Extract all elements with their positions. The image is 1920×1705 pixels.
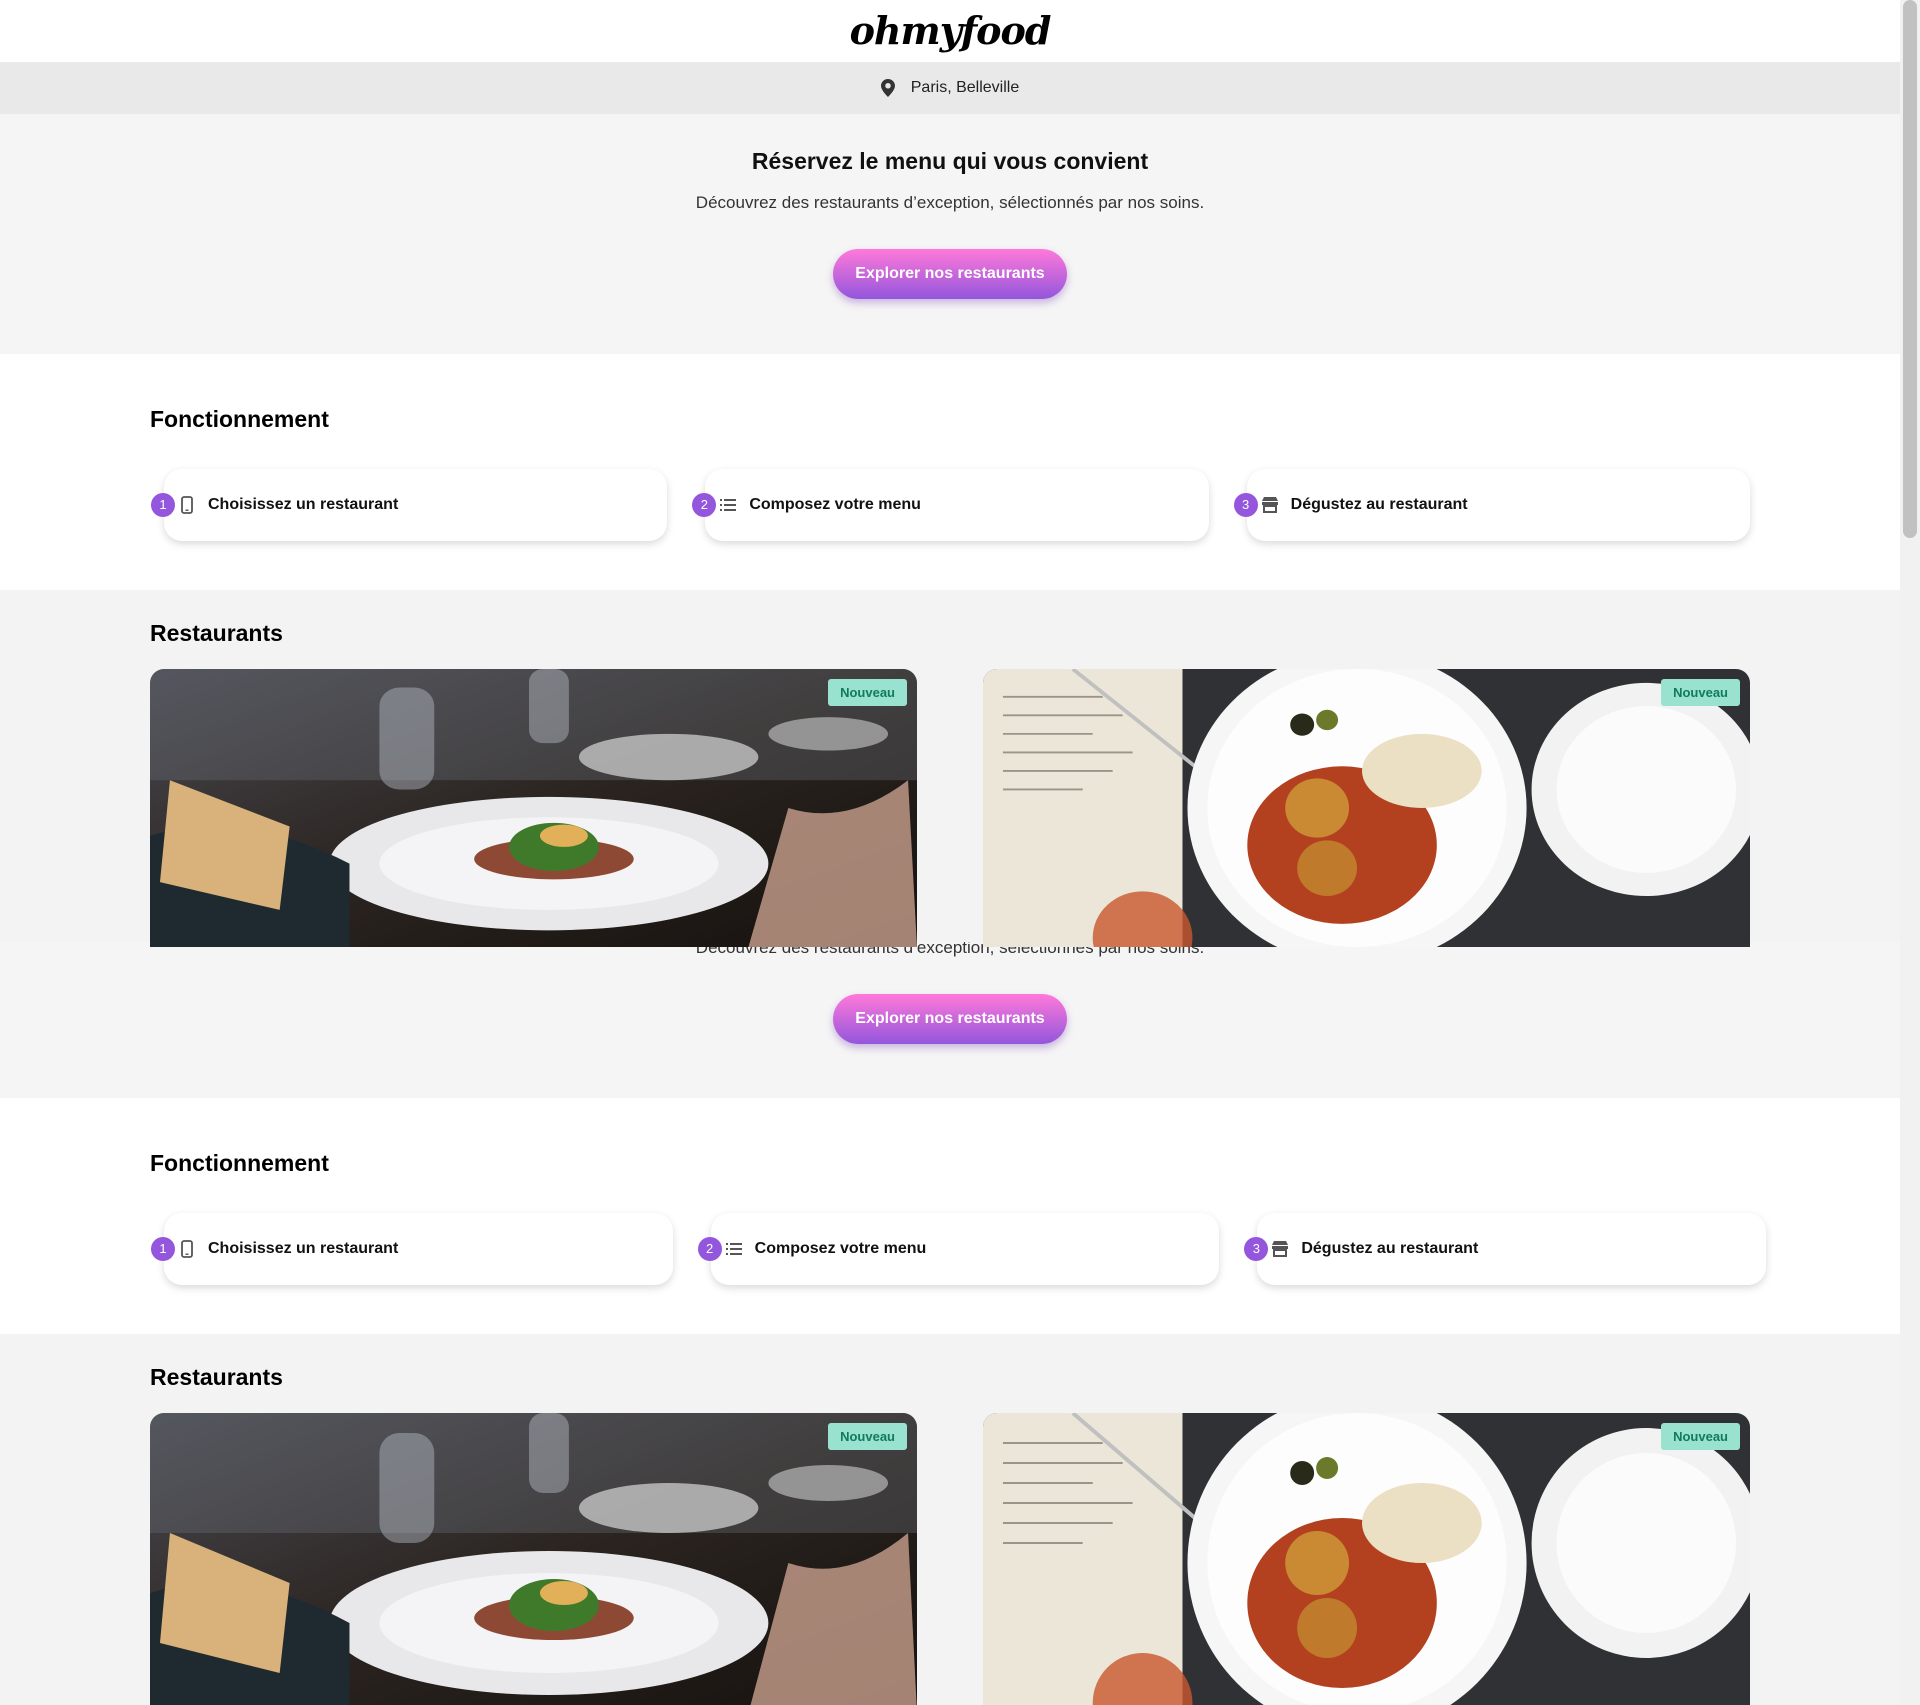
site-header: ohmyfood: [0, 0, 1900, 62]
step-number: 1: [151, 493, 175, 517]
phone-icon: [178, 496, 196, 514]
new-badge: Nouveau: [828, 679, 907, 706]
restaurant-photo: [150, 669, 917, 947]
restaurants-title: Restaurants: [150, 620, 283, 646]
scrollbar-thumb[interactable]: [1903, 0, 1917, 538]
restaurants-section: Restaurants Nouveau Nouveau: [0, 1334, 1900, 1705]
restaurant-photo: [983, 1413, 1750, 1705]
step-label: Composez votre menu: [749, 496, 921, 513]
hero-subtitle: Découvrez des restaurants d’exception, s…: [695, 193, 1205, 212]
restaurants-section: Restaurants Nouveau Nouveau: [0, 590, 1900, 942]
step-card-1[interactable]: 1 Choisissez un restaurant: [151, 469, 668, 541]
step-number: 3: [1244, 1237, 1269, 1261]
restaurant-cards: Nouveau Nouveau: [150, 1413, 1750, 1705]
phone-icon: [178, 1240, 196, 1258]
steps-list: 1 Choisissez un restaurant 2 Composez vo…: [150, 469, 1750, 541]
store-icon: [1271, 1240, 1289, 1258]
step-label: Dégustez au restaurant: [1301, 1240, 1479, 1257]
step-label: Composez votre menu: [754, 1240, 927, 1257]
store-icon: [1261, 496, 1279, 514]
restaurants-title: Restaurants: [150, 1364, 283, 1390]
step-label: Choisissez un restaurant: [208, 1240, 399, 1257]
how-it-works-section: Fonctionnement 1 Choisissez un restauran…: [0, 1098, 1900, 1334]
map-pin-icon: [881, 79, 895, 97]
step-card-3[interactable]: 3 Dégustez au restaurant: [1244, 1213, 1767, 1285]
logo[interactable]: ohmyfood: [850, 8, 1052, 53]
step-card-1[interactable]: 1 Choisissez un restaurant: [151, 1213, 673, 1285]
step-number: 2: [697, 1237, 722, 1261]
step-number: 1: [151, 1237, 175, 1261]
step-label: Choisissez un restaurant: [208, 496, 399, 513]
hero-section: Réservez le menu qui vous convient Décou…: [0, 114, 1900, 354]
step-card-2[interactable]: 2 Composez votre menu: [692, 469, 1209, 541]
new-badge: Nouveau: [1661, 1423, 1740, 1450]
list-icon: [725, 1240, 743, 1258]
restaurant-photo: [983, 669, 1750, 947]
explore-restaurants-button[interactable]: Explorer nos restaurants: [833, 994, 1067, 1044]
location-text: Paris, Belleville: [910, 79, 1020, 96]
how-it-works-section: Fonctionnement 1 Choisissez un restauran…: [0, 354, 1900, 590]
location-bar: Paris, Belleville: [0, 62, 1900, 114]
new-badge: Nouveau: [1661, 679, 1740, 706]
how-title: Fonctionnement: [150, 406, 329, 432]
how-title: Fonctionnement: [150, 1150, 329, 1176]
steps-list: 1 Choisissez un restaurant 2 Composez vo…: [150, 1213, 1767, 1285]
restaurant-card[interactable]: Nouveau: [150, 1413, 917, 1705]
restaurant-card[interactable]: Nouveau: [983, 669, 1750, 947]
step-card-2[interactable]: 2 Composez votre menu: [697, 1213, 1220, 1285]
explore-restaurants-button[interactable]: Explorer nos restaurants: [833, 249, 1067, 299]
restaurant-cards: Nouveau Nouveau: [150, 669, 1750, 947]
restaurant-photo: [150, 1413, 917, 1705]
restaurant-card[interactable]: Nouveau: [983, 1413, 1750, 1705]
new-badge: Nouveau: [828, 1423, 907, 1450]
step-number: 2: [692, 493, 717, 517]
restaurant-card[interactable]: Nouveau: [150, 669, 917, 947]
list-icon: [719, 496, 737, 514]
page-view-top: ohmyfood Paris, Belleville Réservez le m…: [0, 0, 1900, 948]
step-label: Dégustez au restaurant: [1290, 496, 1468, 513]
scrollbar[interactable]: [1900, 0, 1920, 1705]
step-number: 3: [1233, 493, 1258, 517]
hero-title: Réservez le menu qui vous convient: [751, 148, 1149, 174]
step-card-3[interactable]: 3 Dégustez au restaurant: [1233, 469, 1750, 541]
